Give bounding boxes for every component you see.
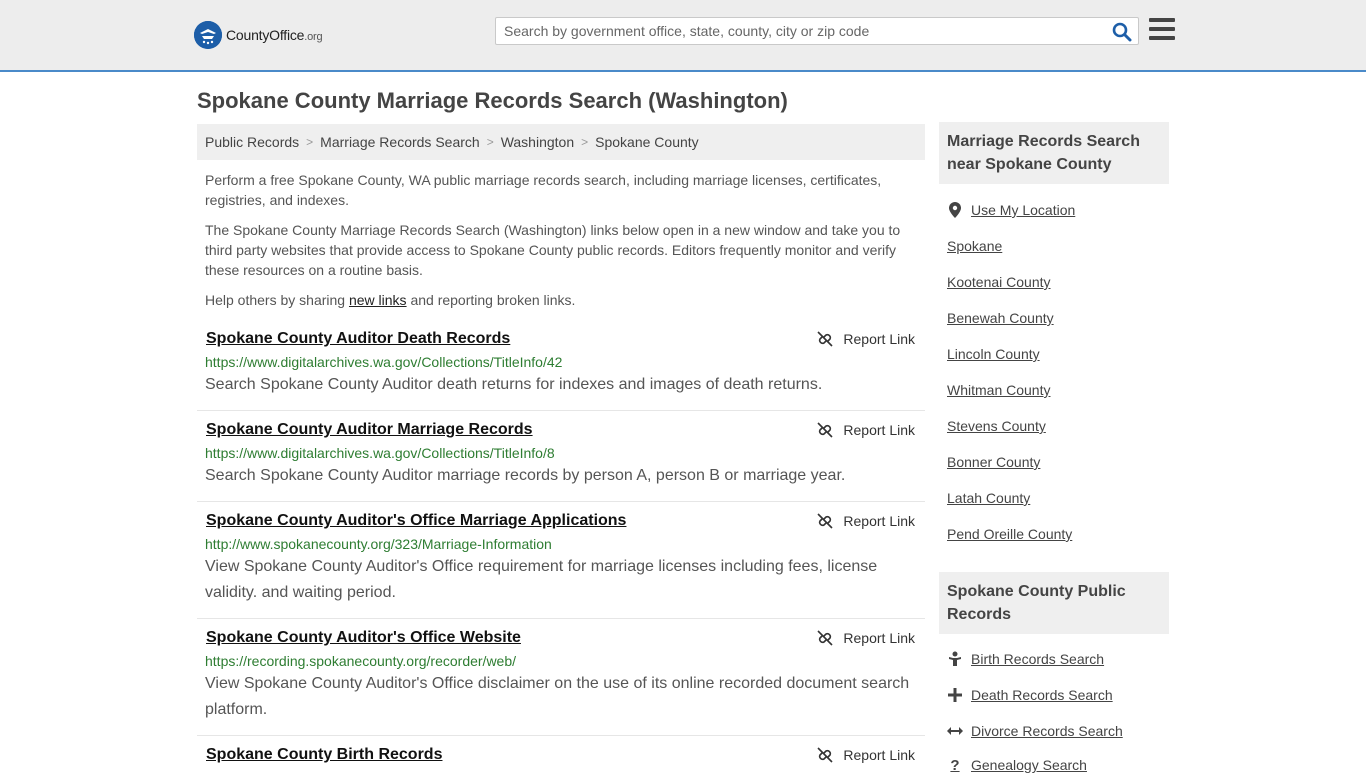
divorce-records-search-link[interactable]: Divorce Records Search bbox=[947, 723, 1123, 739]
genealogy-search-link[interactable]: ? Genealogy Search bbox=[947, 756, 1087, 774]
logo-suffix: .org bbox=[304, 31, 323, 43]
report-link-label: Report Link bbox=[843, 747, 915, 763]
nearby-link-benewah-county[interactable]: Benewah County bbox=[947, 310, 1054, 326]
intro-paragraph-2: The Spokane County Marriage Records Sear… bbox=[205, 222, 901, 278]
result-title-link[interactable]: Spokane County Auditor Death Records bbox=[206, 330, 510, 348]
result-description: View Spokane County Auditor's Office dis… bbox=[205, 675, 910, 718]
breadcrumb-public-records[interactable]: Public Records bbox=[205, 134, 299, 150]
result-title-link[interactable]: Spokane County Auditor Marriage Records bbox=[206, 421, 533, 439]
death-records-search-link[interactable]: Death Records Search bbox=[947, 687, 1113, 703]
site-logo[interactable]: CountyOffice.org bbox=[194, 20, 323, 50]
divorce-records-search-label: Divorce Records Search bbox=[971, 723, 1123, 739]
nearby-link-lincoln-county[interactable]: Lincoln County bbox=[947, 346, 1040, 362]
use-my-location-label: Use My Location bbox=[971, 202, 1076, 218]
report-link-label: Report Link bbox=[843, 422, 915, 438]
site-header: CountyOffice.org bbox=[0, 0, 1366, 72]
logo-main: CountyOffice bbox=[226, 27, 305, 43]
logo-seal-icon bbox=[194, 21, 222, 49]
result-url: http://www.spokanecounty.org/323/Marriag… bbox=[205, 536, 552, 552]
search-button[interactable] bbox=[1112, 22, 1132, 42]
report-link-label: Report Link bbox=[843, 513, 915, 529]
search-bar bbox=[495, 17, 1139, 45]
report-link-button[interactable]: Report Link bbox=[817, 630, 915, 646]
search-icon bbox=[1112, 22, 1132, 42]
result-description: Search Spokane County Auditor death retu… bbox=[205, 376, 823, 393]
result-title-link[interactable]: Spokane County Auditor's Office Marriage… bbox=[206, 512, 626, 530]
breadcrumb-separator-icon: > bbox=[306, 135, 314, 149]
result-url: https://www.digitalarchives.wa.gov/Colle… bbox=[205, 354, 563, 370]
intro-paragraph-3: Help others by sharing new links and rep… bbox=[205, 290, 905, 310]
breadcrumb-current: Spokane County bbox=[595, 134, 699, 150]
report-link-label: Report Link bbox=[843, 630, 915, 646]
result-title-link[interactable]: Spokane County Birth Records bbox=[206, 746, 442, 764]
intro-paragraph-1: Perform a free Spokane County, WA public… bbox=[205, 172, 882, 208]
nearby-link-bonner-county[interactable]: Bonner County bbox=[947, 454, 1040, 470]
nearby-link-kootenai-county[interactable]: Kootenai County bbox=[947, 274, 1051, 290]
broken-link-icon bbox=[817, 422, 833, 438]
map-pin-icon bbox=[947, 202, 963, 218]
breadcrumb-washington[interactable]: Washington bbox=[501, 134, 574, 150]
report-link-button[interactable]: Report Link bbox=[817, 422, 915, 438]
result-description: View Spokane County Auditor's Office req… bbox=[205, 558, 878, 601]
arrows-horizontal-icon bbox=[947, 723, 963, 739]
result-item: Spokane County Auditor Marriage Records … bbox=[197, 421, 925, 502]
death-records-search-label: Death Records Search bbox=[971, 687, 1113, 703]
breadcrumb-marriage-records-search[interactable]: Marriage Records Search bbox=[320, 134, 480, 150]
broken-link-icon bbox=[817, 513, 833, 529]
logo-wordmark: CountyOffice.org bbox=[226, 27, 323, 43]
nearby-link-whitman-county[interactable]: Whitman County bbox=[947, 382, 1050, 398]
genealogy-search-label: Genealogy Search bbox=[971, 757, 1087, 773]
result-title-link[interactable]: Spokane County Auditor's Office Website bbox=[206, 629, 521, 647]
cross-icon bbox=[947, 687, 963, 703]
result-item: Spokane County Birth Records Report Link bbox=[197, 746, 925, 768]
result-url: https://www.digitalarchives.wa.gov/Colle… bbox=[205, 445, 555, 461]
result-url: https://recording.spokanecounty.org/reco… bbox=[205, 653, 517, 669]
nearby-heading: Marriage Records Search near Spokane Cou… bbox=[939, 122, 1169, 184]
new-links-link[interactable]: new links bbox=[349, 292, 407, 308]
hamburger-menu-icon[interactable] bbox=[1149, 18, 1175, 42]
page-title: Spokane County Marriage Records Search (… bbox=[197, 88, 788, 113]
baby-icon bbox=[947, 651, 963, 667]
broken-link-icon bbox=[817, 630, 833, 646]
report-link-label: Report Link bbox=[843, 331, 915, 347]
result-item: Spokane County Auditor Death Records Rep… bbox=[197, 330, 925, 411]
use-my-location-link[interactable]: Use My Location bbox=[947, 202, 1075, 218]
breadcrumb: Public Records > Marriage Records Search… bbox=[197, 124, 925, 160]
intro-text-before: Help others by sharing bbox=[205, 292, 349, 308]
birth-records-search-link[interactable]: Birth Records Search bbox=[947, 651, 1104, 667]
result-item: Spokane County Auditor's Office Marriage… bbox=[197, 512, 925, 619]
search-input[interactable] bbox=[496, 18, 1096, 44]
intro-text-after: and reporting broken links. bbox=[406, 292, 576, 308]
report-link-button[interactable]: Report Link bbox=[817, 513, 915, 529]
breadcrumb-separator-icon: > bbox=[581, 135, 589, 149]
report-link-button[interactable]: Report Link bbox=[817, 331, 915, 347]
result-item: Spokane County Auditor's Office Website … bbox=[197, 629, 925, 736]
breadcrumb-separator-icon: > bbox=[486, 135, 494, 149]
broken-link-icon bbox=[817, 747, 833, 763]
nearby-link-latah-county[interactable]: Latah County bbox=[947, 490, 1030, 506]
nearby-link-pend-oreille-county[interactable]: Pend Oreille County bbox=[947, 526, 1072, 542]
nearby-link-stevens-county[interactable]: Stevens County bbox=[947, 418, 1046, 434]
nearby-link-spokane[interactable]: Spokane bbox=[947, 238, 1002, 254]
public-records-heading: Spokane County Public Records bbox=[939, 572, 1169, 634]
birth-records-search-label: Birth Records Search bbox=[971, 651, 1105, 667]
result-description: Search Spokane County Auditor marriage r… bbox=[205, 467, 846, 484]
broken-link-icon bbox=[817, 331, 833, 347]
report-link-button[interactable]: Report Link bbox=[817, 747, 915, 763]
question-icon: ? bbox=[950, 756, 960, 774]
